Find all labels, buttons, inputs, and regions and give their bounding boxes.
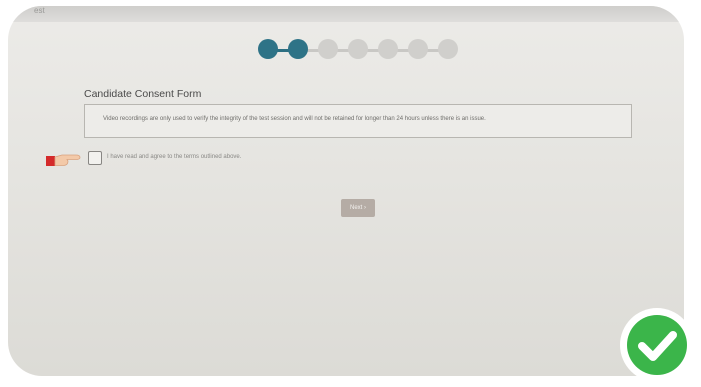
corner-label: est <box>34 6 45 15</box>
consent-notice-text: Video recordings are only used to verify… <box>103 116 486 122</box>
step-dot-5 <box>378 39 398 59</box>
pointing-hand-icon <box>46 154 81 166</box>
form-title: Candidate Consent Form <box>84 88 202 100</box>
consent-checkbox-label[interactable]: I have read and agree to the terms outli… <box>107 154 241 160</box>
progress-stepper <box>258 39 468 61</box>
step-dot-3 <box>318 39 338 59</box>
screen-photo: est Candidate Consent Form Video recordi… <box>8 6 684 376</box>
step-dot-2 <box>288 39 308 59</box>
consent-notice-box: Video recordings are only used to verify… <box>84 104 632 138</box>
check-circle-icon <box>620 308 694 382</box>
step-dot-6 <box>408 39 428 59</box>
step-dot-1 <box>258 39 278 59</box>
consent-checkbox[interactable] <box>88 151 102 165</box>
step-dot-4 <box>348 39 368 59</box>
next-button[interactable]: Next › <box>341 199 375 217</box>
step-dot-7 <box>438 39 458 59</box>
browser-top-strip: est <box>8 6 684 22</box>
